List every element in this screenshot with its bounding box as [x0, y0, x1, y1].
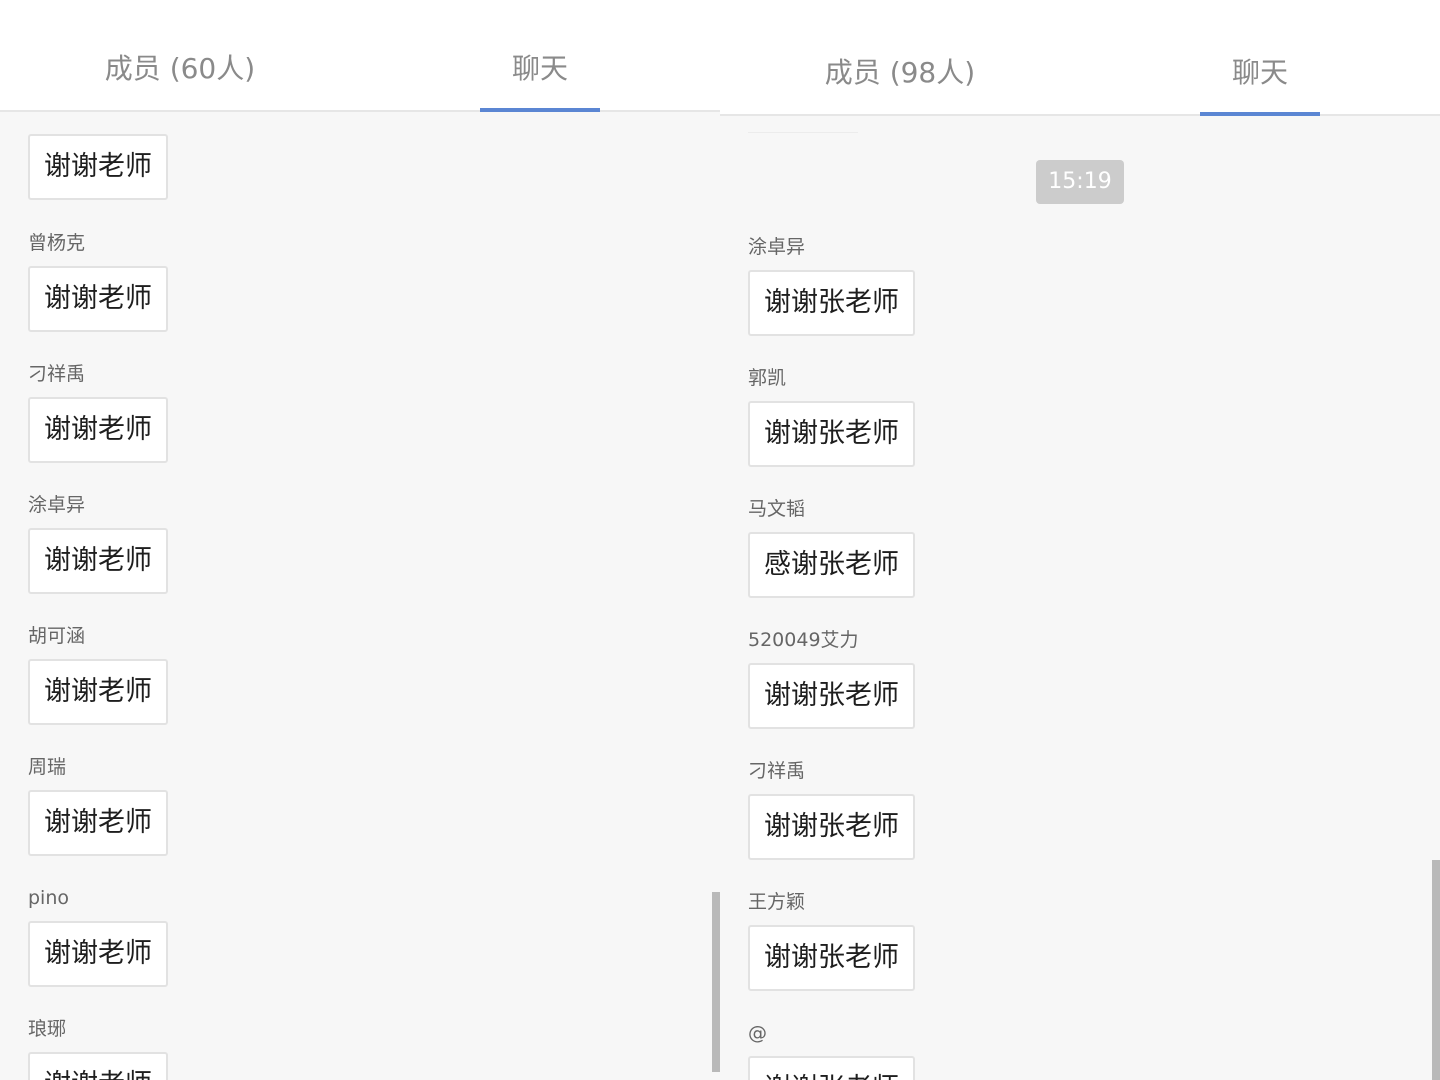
left-tab-members-label: 成员 (60人) [104, 52, 256, 85]
list-item: 王方颖 谢谢张老师 [748, 891, 915, 991]
list-item: 涂卓异 谢谢老师 [28, 494, 168, 594]
sender-name: pino [28, 887, 70, 909]
message-bubble[interactable]: 感谢张老师 [748, 532, 915, 598]
sender-name: 刁祥禹 [28, 363, 86, 385]
list-item: 周瑞 谢谢老师 [28, 756, 168, 856]
sender-name: 刁祥禹 [748, 760, 806, 782]
list-item: @ 谢谢张老师 [748, 1022, 915, 1080]
list-item: 马文韬 感谢张老师 [748, 498, 915, 598]
right-scrollbar[interactable] [1432, 860, 1440, 1080]
message-bubble[interactable]: 谢谢老师 [28, 921, 168, 987]
list-item: 刁祥禹 谢谢张老师 [748, 760, 915, 860]
list-item: 胡可涵 谢谢老师 [28, 625, 168, 725]
left-tab-members[interactable]: 成员 (60人) [0, 0, 360, 110]
list-item: 520049艾力 谢谢张老师 [748, 629, 915, 729]
list-item: 涂卓异 谢谢张老师 [748, 236, 915, 336]
message-bubble[interactable]: 谢谢老师 [28, 790, 168, 856]
message-bubble[interactable]: 谢谢张老师 [748, 794, 915, 860]
right-message-list[interactable]: 15:19 涂卓异 谢谢张老师 郭凯 谢谢张老师 马文韬 感谢张老师 52004… [720, 116, 1440, 1080]
list-item: 郭凯 谢谢张老师 [748, 367, 915, 467]
left-tab-bar: 成员 (60人) 聊天 [0, 0, 720, 112]
left-tab-chat-label: 聊天 [511, 52, 568, 85]
message-bubble[interactable]: 谢谢老师 [28, 528, 168, 594]
sender-name: 琅琊 [28, 1018, 67, 1040]
sender-name: 520049艾力 [748, 629, 859, 651]
sender-name: 涂卓异 [748, 236, 806, 258]
divider [748, 132, 858, 133]
message-bubble[interactable]: 谢谢老师 [28, 659, 168, 725]
screenshot-composite: 成员 (60人) 聊天 谢谢老师 曾杨克 谢谢老师 刁祥禹 谢谢老师 涂卓异 谢… [0, 0, 1440, 1080]
sender-name: 涂卓异 [28, 494, 86, 516]
left-scrollbar[interactable] [712, 892, 720, 1072]
right-chat-screen: 成员 (98人) 聊天 15:19 涂卓异 谢谢张老师 郭凯 谢谢张老师 马文韬… [720, 0, 1440, 1080]
sender-name: 马文韬 [748, 498, 806, 520]
right-tab-members[interactable]: 成员 (98人) [720, 0, 1080, 114]
message-bubble[interactable]: 谢谢张老师 [748, 1056, 915, 1080]
message-bubble[interactable]: 谢谢老师 [28, 134, 168, 200]
sender-name: 周瑞 [28, 756, 67, 778]
sender-name: @ [748, 1022, 767, 1044]
message-bubble[interactable]: 谢谢张老师 [748, 401, 915, 467]
message-bubble[interactable]: 谢谢老师 [28, 1052, 168, 1080]
sender-name: 曾杨克 [28, 232, 86, 254]
message-bubble[interactable]: 谢谢张老师 [748, 663, 915, 729]
list-item: 谢谢老师 [28, 134, 168, 200]
sender-name: 王方颖 [748, 891, 806, 913]
message-bubble[interactable]: 谢谢老师 [28, 397, 168, 463]
message-bubble[interactable]: 谢谢老师 [28, 266, 168, 332]
left-chat-screen: 成员 (60人) 聊天 谢谢老师 曾杨克 谢谢老师 刁祥禹 谢谢老师 涂卓异 谢… [0, 0, 720, 1080]
timestamp-badge: 15:19 [1036, 160, 1124, 204]
right-tab-chat-label: 聊天 [1231, 56, 1288, 89]
right-tab-members-label: 成员 (98人) [824, 56, 976, 89]
left-message-list[interactable]: 谢谢老师 曾杨克 谢谢老师 刁祥禹 谢谢老师 涂卓异 谢谢老师 胡可涵 谢谢老师… [0, 112, 720, 1080]
left-tab-chat[interactable]: 聊天 [360, 0, 720, 112]
message-bubble[interactable]: 谢谢张老师 [748, 270, 915, 336]
list-item: 刁祥禹 谢谢老师 [28, 363, 168, 463]
list-item: 曾杨克 谢谢老师 [28, 232, 168, 332]
message-bubble[interactable]: 谢谢张老师 [748, 925, 915, 991]
sender-name: 郭凯 [748, 367, 787, 389]
list-item: 琅琊 谢谢老师 [28, 1018, 168, 1080]
sender-name: 胡可涵 [28, 625, 86, 647]
right-tab-bar: 成员 (98人) 聊天 [720, 0, 1440, 116]
right-tab-chat[interactable]: 聊天 [1080, 0, 1440, 116]
list-item: pino 谢谢老师 [28, 887, 168, 987]
